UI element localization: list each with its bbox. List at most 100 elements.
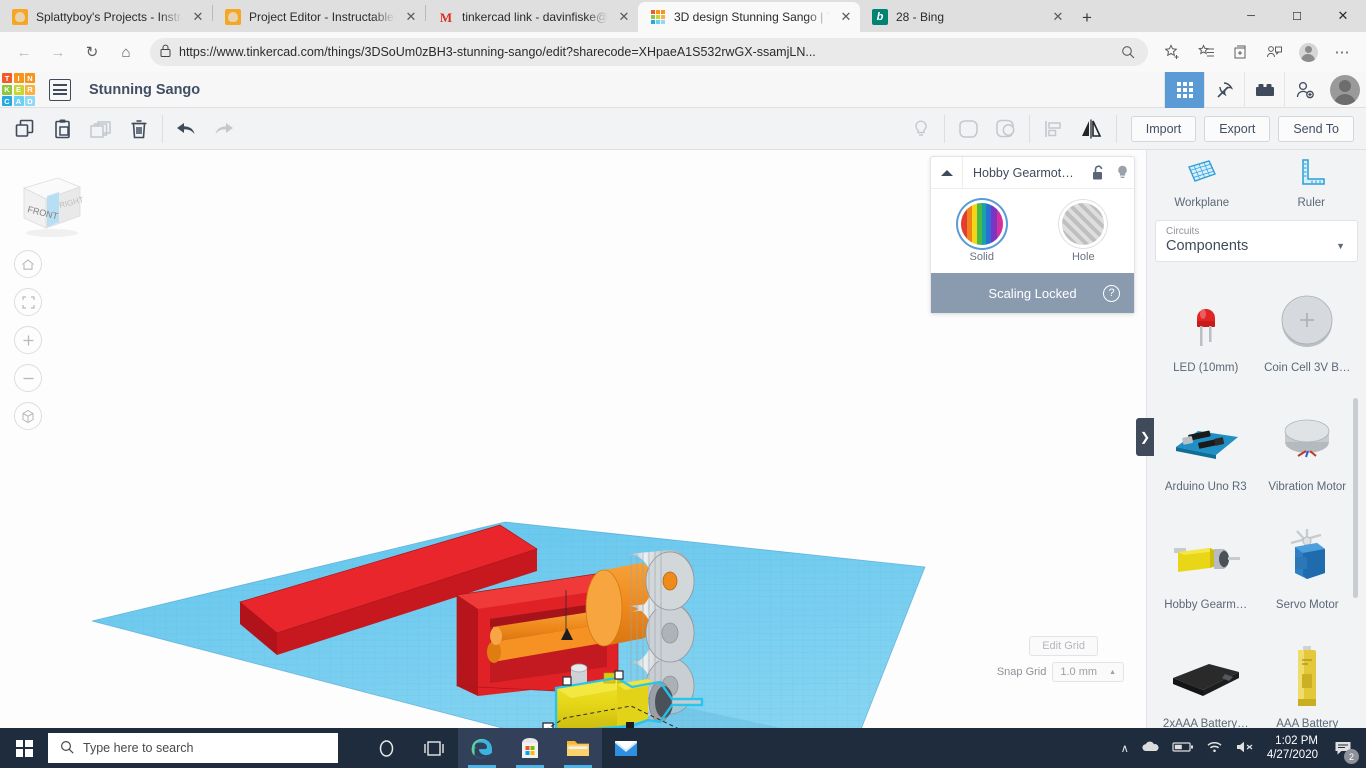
component-label: Hobby Gearm… — [1164, 599, 1248, 611]
volume-muted-icon[interactable] — [1235, 740, 1255, 757]
share-icon[interactable] — [1258, 36, 1290, 68]
address-bar[interactable]: https://www.tinkercad.com/things/3DSoUm0… — [150, 38, 1148, 66]
export-button[interactable]: Export — [1204, 115, 1271, 142]
battery-icon[interactable] — [1172, 741, 1194, 756]
component-item-coin-cell[interactable]: Coin Cell 3V B… — [1257, 270, 1359, 380]
forward-button[interactable]: → — [42, 36, 74, 68]
avatar[interactable] — [1324, 72, 1366, 108]
browser-tab-1[interactable]: Splattyboy's Projects - Instruct ✕ — [0, 2, 212, 32]
maximize-button[interactable]: ☐ — [1274, 0, 1320, 32]
tab-close-icon[interactable]: ✕ — [838, 9, 854, 25]
reload-button[interactable]: ↻ — [76, 36, 108, 68]
browser-tab-4-active[interactable]: 3D design Stunning Sango | Ti ✕ — [638, 2, 860, 32]
settings-more-button[interactable]: ⋯ — [1326, 36, 1358, 68]
workplane-tool[interactable]: Workplane — [1147, 150, 1257, 216]
hole-option[interactable]: Hole — [1043, 203, 1123, 263]
star-plus-icon[interactable] — [1156, 36, 1188, 68]
unlock-icon[interactable] — [1086, 164, 1110, 181]
hamburger-menu-icon[interactable] — [49, 78, 71, 101]
edge-icon[interactable] — [458, 728, 506, 768]
component-item-hobby-gearmotor[interactable]: Hobby Gearm… — [1155, 507, 1257, 617]
sidebar-scrollbar[interactable] — [1353, 398, 1358, 598]
browser-tab-2[interactable]: Project Editor - Instructables ✕ — [213, 2, 425, 32]
tray-time[interactable]: 1:02 PM — [1267, 734, 1318, 748]
ungroup-icon[interactable] — [987, 108, 1025, 150]
logo-tile-c: C — [2, 96, 12, 106]
add-person-icon[interactable] — [1284, 71, 1324, 108]
home-button[interactable]: ⌂ — [110, 36, 142, 68]
url-text: https://www.tinkercad.com/things/3DSoUm0… — [179, 45, 816, 59]
component-item-aaa-battery[interactable]: AAA Battery — [1257, 626, 1359, 736]
microsoft-store-icon[interactable] — [506, 728, 554, 768]
tab-close-icon[interactable]: ✕ — [403, 9, 419, 25]
edit-grid-button[interactable]: Edit Grid — [1029, 636, 1098, 656]
solid-color-swatch[interactable] — [960, 203, 1003, 245]
mail-icon[interactable] — [602, 728, 650, 768]
snap-grid-select[interactable]: 1.0 mm ▲ — [1052, 662, 1124, 682]
delete-icon[interactable] — [120, 108, 158, 150]
component-item-led[interactable]: LED (10mm) — [1155, 270, 1257, 380]
browser-tab-3[interactable]: M tinkercad link - davinfiske@gm ✕ — [426, 2, 638, 32]
component-item-battery-pack[interactable]: 2xAAA Battery… — [1155, 626, 1257, 736]
file-explorer-icon[interactable] — [554, 728, 602, 768]
help-icon[interactable]: ? — [1103, 284, 1120, 302]
tinkercad-logo[interactable]: T I N K E R C A D — [2, 73, 35, 106]
tray-date[interactable]: 4/27/2020 — [1267, 748, 1318, 762]
logo-tile-n: N — [25, 73, 35, 83]
wifi-icon[interactable] — [1206, 740, 1223, 756]
hole-swatch[interactable] — [1062, 203, 1105, 245]
minimize-button[interactable]: ─ — [1228, 0, 1274, 32]
cortana-icon[interactable] — [362, 728, 410, 768]
zoom-out-button[interactable] — [14, 364, 42, 392]
collections-icon[interactable] — [1224, 36, 1256, 68]
duplicate-icon[interactable] — [82, 108, 120, 150]
onedrive-icon[interactable] — [1141, 740, 1160, 756]
home-view-button[interactable] — [14, 250, 42, 278]
send-to-button[interactable]: Send To — [1278, 115, 1354, 142]
favorites-icon[interactable] — [1190, 36, 1222, 68]
back-button[interactable]: ← — [8, 36, 40, 68]
ruler-tool[interactable]: Ruler — [1257, 150, 1366, 216]
view-cube[interactable]: FRONT RIGHT — [10, 170, 86, 238]
import-button[interactable]: Import — [1130, 115, 1197, 142]
new-tab-button[interactable]: + — [1072, 4, 1102, 32]
perspective-toggle-button[interactable] — [14, 402, 42, 430]
lightbulb-icon[interactable] — [902, 108, 940, 150]
windows-taskbar: Type here to search ∧ 1:02 PM 4/27/2020 … — [0, 728, 1366, 768]
component-item-arduino[interactable]: Arduino Uno R3 — [1155, 389, 1257, 499]
taskbar-search-input[interactable]: Type here to search — [48, 733, 338, 763]
category-select[interactable]: Circuits Components ▼ — [1155, 220, 1358, 262]
component-item-vibration-motor[interactable]: Vibration Motor — [1257, 389, 1359, 499]
close-window-button[interactable]: ✕ — [1320, 0, 1366, 32]
redo-icon[interactable] — [205, 108, 243, 150]
collapse-sidebar-button[interactable]: ❯ — [1136, 418, 1154, 456]
mirror-icon[interactable] — [1072, 108, 1110, 150]
solid-option[interactable]: Solid — [942, 203, 1022, 263]
group-icon[interactable] — [949, 108, 987, 150]
fit-view-button[interactable] — [14, 288, 42, 316]
undo-icon[interactable] — [167, 108, 205, 150]
notifications-button[interactable]: 2 — [1330, 735, 1359, 764]
task-view-icon[interactable] — [410, 728, 458, 768]
lego-brick-icon[interactable] — [1244, 71, 1284, 108]
pickaxe-icon[interactable] — [1204, 71, 1244, 108]
workplane-icon — [1185, 157, 1219, 192]
lightbulb-icon[interactable] — [1110, 164, 1134, 181]
profile-icon[interactable] — [1292, 36, 1324, 68]
copy-icon[interactable] — [6, 108, 44, 150]
browser-tab-5[interactable]: b 28 - Bing ✕ — [860, 2, 1072, 32]
blocks-grid-icon[interactable] — [1164, 71, 1204, 108]
zoom-in-button[interactable] — [14, 326, 42, 354]
tab-close-icon[interactable]: ✕ — [1050, 9, 1066, 25]
zoom-out-icon[interactable] — [1118, 42, 1138, 62]
coincell-art — [1276, 288, 1338, 354]
battery-pack-art — [1167, 644, 1245, 710]
paste-icon[interactable] — [44, 108, 82, 150]
align-icon[interactable] — [1034, 108, 1072, 150]
tab-close-icon[interactable]: ✕ — [616, 9, 632, 25]
component-item-servo-motor[interactable]: Servo Motor — [1257, 507, 1359, 617]
windows-start-icon[interactable] — [0, 728, 48, 768]
tray-chevron-icon[interactable]: ∧ — [1121, 742, 1129, 755]
tab-close-icon[interactable]: ✕ — [190, 9, 206, 25]
chevron-up-icon[interactable] — [931, 156, 963, 189]
